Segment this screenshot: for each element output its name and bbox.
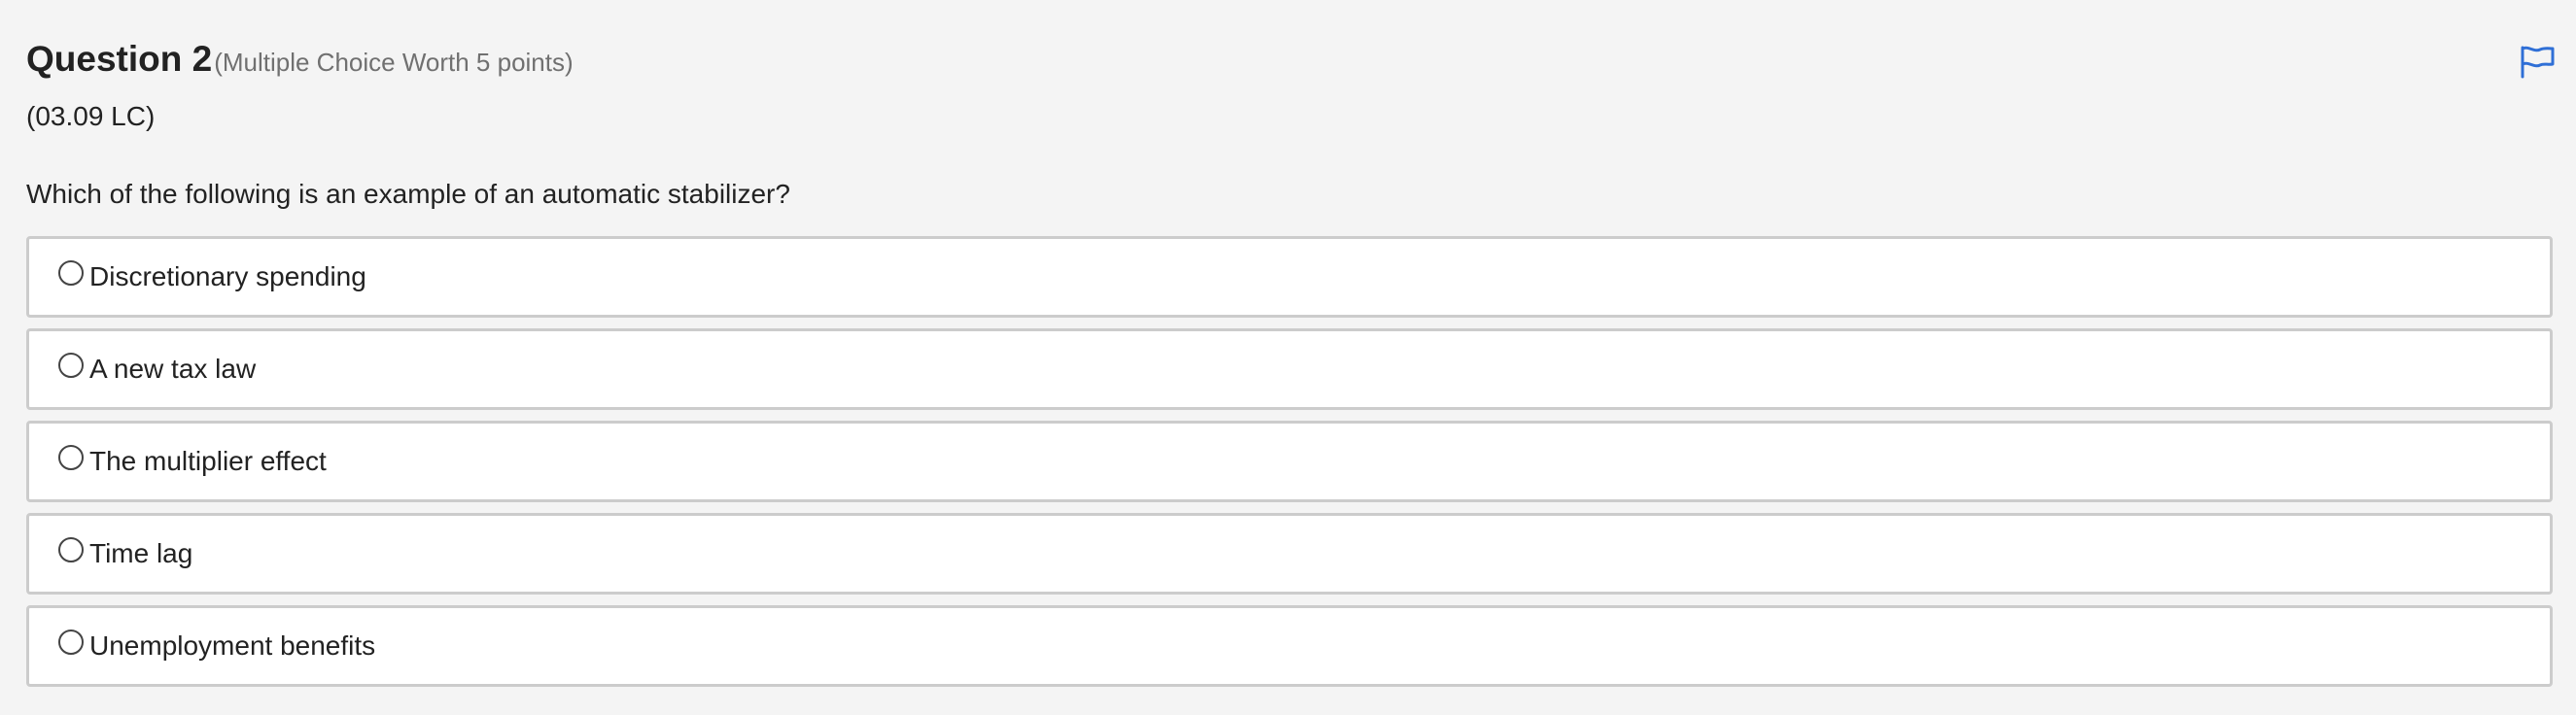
question-code: (03.09 LC) xyxy=(26,101,156,131)
radio-button[interactable] xyxy=(58,353,84,378)
radio-button[interactable] xyxy=(58,537,84,562)
radio-button[interactable] xyxy=(58,445,84,470)
flag-icon-graphic xyxy=(2521,46,2555,79)
question-prompt: Which of the following is an example of … xyxy=(26,179,790,209)
answer-option[interactable]: Time lag xyxy=(26,513,2553,595)
answer-option[interactable]: Unemployment benefits xyxy=(26,605,2553,687)
answer-option[interactable]: Discretionary spending xyxy=(26,236,2553,318)
question-title: Question 2 xyxy=(26,39,213,79)
answer-option-label: A new tax law xyxy=(89,354,257,384)
answer-options: Discretionary spending A new tax law The… xyxy=(26,236,2553,698)
question-meta: (Multiple Choice Worth 5 points) xyxy=(214,48,574,77)
radio-button[interactable] xyxy=(58,630,84,655)
answer-option[interactable]: The multiplier effect xyxy=(26,421,2553,502)
question-page: Question 2 (Multiple Choice Worth 5 poin… xyxy=(0,0,2576,715)
question-header: Question 2 (Multiple Choice Worth 5 poin… xyxy=(26,39,574,87)
answer-option-label: Unemployment benefits xyxy=(89,630,376,661)
radio-button[interactable] xyxy=(58,260,84,286)
answer-option[interactable]: A new tax law xyxy=(26,328,2553,410)
answer-option-label: Time lag xyxy=(89,538,193,568)
answer-option-label: Discretionary spending xyxy=(89,261,366,291)
flag-icon[interactable] xyxy=(2518,45,2557,80)
answer-option-label: The multiplier effect xyxy=(89,446,327,476)
